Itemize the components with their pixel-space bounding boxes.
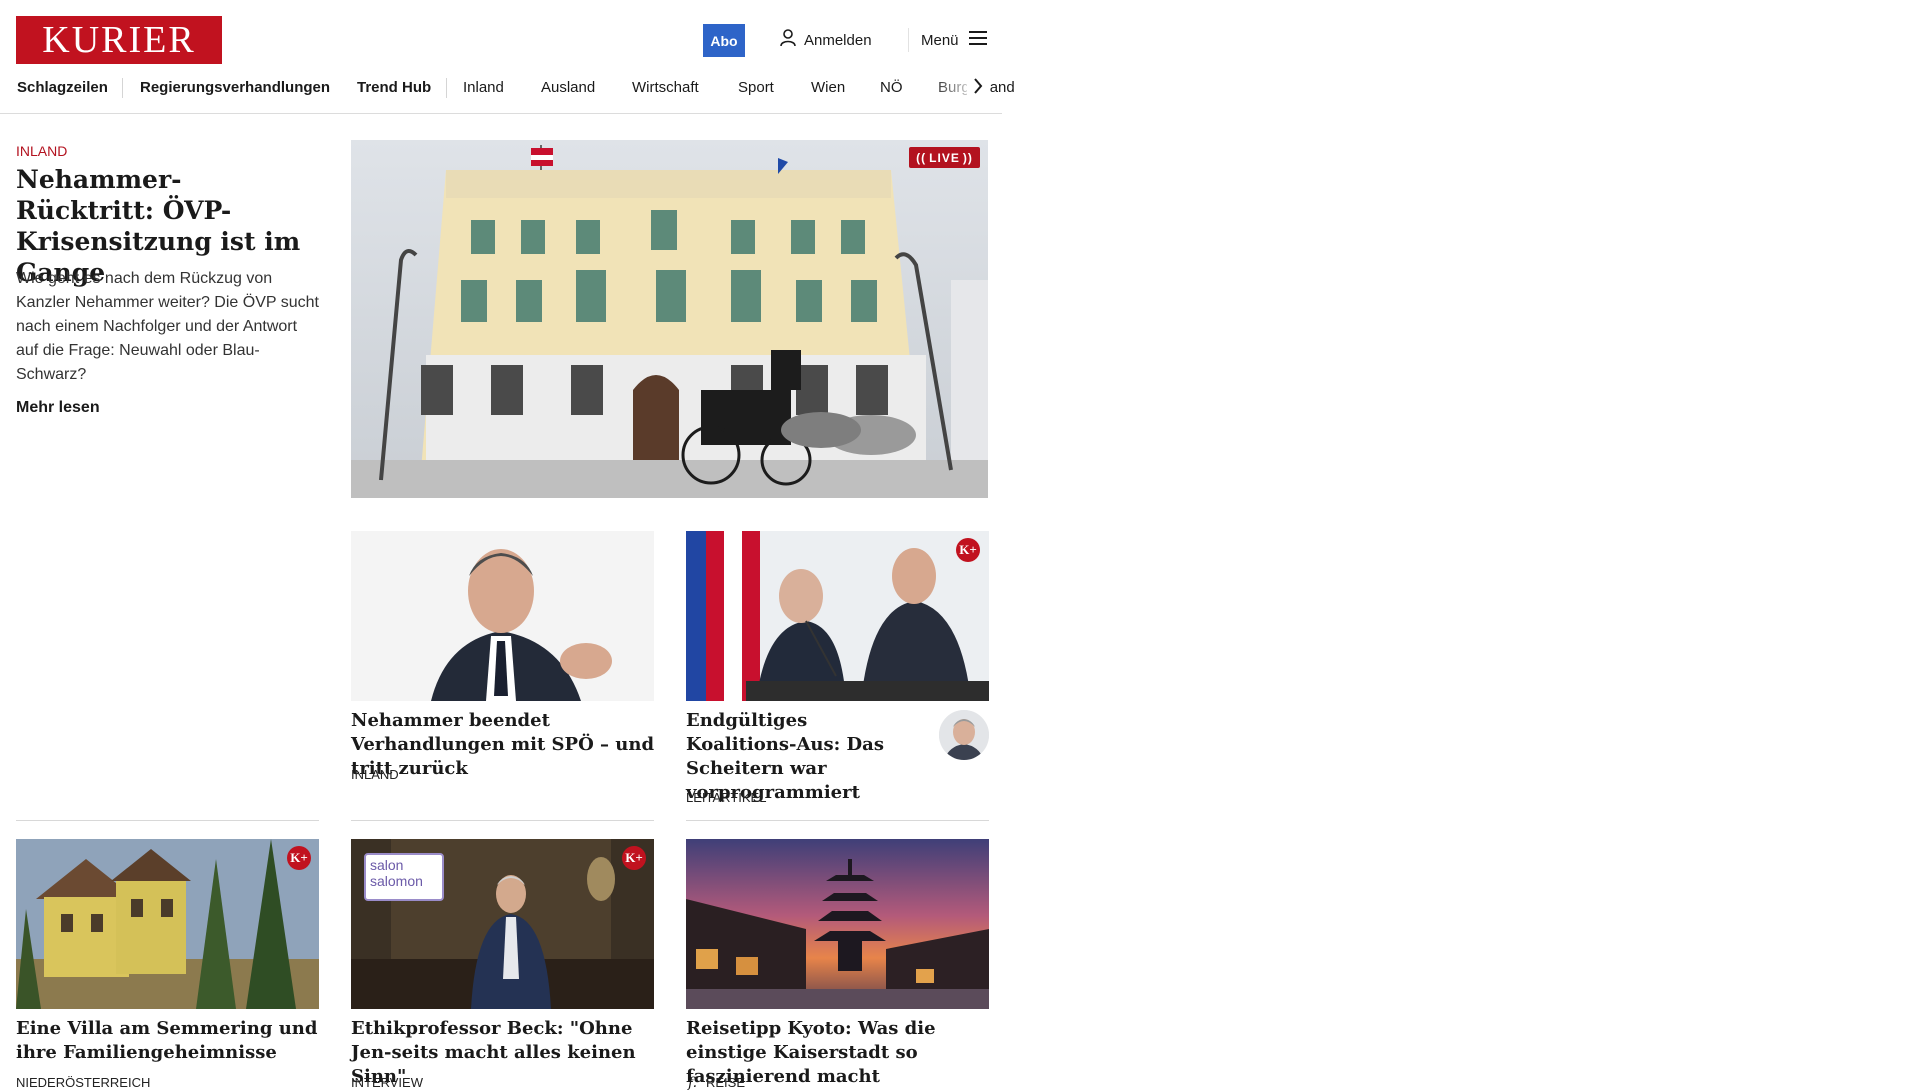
author-avatar[interactable] [939, 710, 989, 760]
nav-item-regierungsverhandlungen[interactable]: Regierungsverhandlungen [140, 79, 330, 96]
card-category[interactable]: NIEDERÖSTERREICH [16, 1075, 150, 1090]
card-category[interactable]: REISE [706, 1075, 745, 1090]
card-category[interactable]: LEITARTIKEL [686, 790, 766, 805]
salon-salomon-logo: salon salomon [364, 853, 444, 901]
live-badge: (( LIVE )) [909, 147, 980, 168]
divider [686, 820, 989, 821]
card-image-villa[interactable] [16, 839, 319, 1009]
chevron-right-icon [973, 77, 983, 99]
card-category[interactable]: INTERVIEW [351, 1075, 423, 1090]
freizeit-icon: f. [688, 1075, 698, 1091]
menu-label: Menü [921, 31, 959, 49]
nav-separator [446, 78, 447, 98]
menu-button[interactable]: Menü [908, 28, 987, 52]
nav-scroll-right-button[interactable] [967, 76, 989, 100]
lead-teaser: Wie geht es nach dem Rückzug von Kanzler… [16, 270, 319, 383]
login-button[interactable]: Anmelden [780, 29, 872, 51]
nav-item-schlagzeilen[interactable]: Schlagzeilen [17, 79, 108, 96]
nav-separator [122, 78, 123, 98]
lead-image[interactable] [351, 140, 988, 498]
nav-item-wien[interactable]: Wien [811, 79, 845, 96]
nav-item-noe[interactable]: NÖ [880, 79, 903, 96]
lead-category[interactable]: INLAND [16, 143, 67, 159]
card-image-kyoto[interactable] [686, 839, 989, 1009]
card-headline[interactable]: Eine Villa am Semmering und ihre Familie… [16, 1017, 326, 1065]
live-signal-icon: (( [916, 150, 927, 165]
kurier-logo[interactable]: KURIER [16, 16, 222, 64]
kplus-premium-badge: K+ [622, 846, 646, 870]
live-signal-icon: )) [962, 150, 973, 165]
card-image-nehammer[interactable] [351, 531, 654, 701]
site-header: KURIER Abo Anmelden Menü Schlagzeilen Re… [0, 0, 1015, 114]
card-category[interactable]: INLAND [351, 767, 399, 782]
divider [351, 820, 654, 821]
read-more-link[interactable]: Mehr lesen [16, 399, 100, 417]
divider [16, 820, 319, 821]
card-image-koalition[interactable] [686, 531, 989, 701]
nav-item-ausland[interactable]: Ausland [541, 79, 595, 96]
nav-item-inland[interactable]: Inland [463, 79, 504, 96]
kplus-premium-badge: K+ [956, 538, 980, 562]
login-label: Anmelden [804, 31, 872, 49]
abo-button[interactable]: Abo [703, 24, 745, 57]
nav-item-sport[interactable]: Sport [738, 79, 774, 96]
live-label: LIVE [929, 150, 960, 165]
hamburger-icon [968, 31, 987, 49]
nav-item-wirtschaft[interactable]: Wirtschaft [632, 79, 699, 96]
main-navigation: Schlagzeilen Regierungsverhandlungen Tre… [0, 76, 1015, 100]
kplus-premium-badge: K+ [287, 846, 311, 870]
nav-item-trend-hub[interactable]: Trend Hub [357, 79, 431, 96]
user-icon [780, 29, 796, 51]
